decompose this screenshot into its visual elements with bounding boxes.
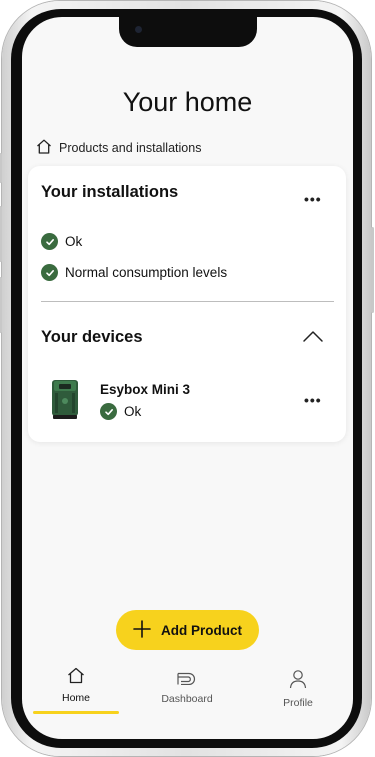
add-product-button[interactable]: Add Product <box>116 610 259 650</box>
device-status-label: Ok <box>124 404 142 419</box>
volume-down-button <box>0 277 2 333</box>
tab-label: Profile <box>283 697 313 709</box>
section-divider <box>41 301 334 302</box>
devices-heading: Your devices <box>41 328 143 346</box>
add-product-label: Add Product <box>161 622 242 638</box>
mute-switch <box>0 153 2 183</box>
notch <box>119 17 257 47</box>
tab-label: Dashboard <box>161 693 213 705</box>
plus-icon <box>133 619 151 641</box>
user-icon <box>289 669 307 692</box>
breadcrumb[interactable]: Products and installations <box>36 139 201 157</box>
power-button <box>371 227 374 313</box>
page-title: Your home <box>122 87 253 117</box>
breadcrumb-label: Products and installations <box>59 141 202 155</box>
home-icon <box>67 667 85 687</box>
status-label: Normal consumption levels <box>65 265 228 280</box>
chevron-up-icon[interactable] <box>302 329 324 348</box>
check-circle-icon <box>100 403 117 420</box>
volume-up-button <box>0 206 2 262</box>
installation-status-ok: Ok <box>41 233 82 250</box>
installations-heading: Your installations <box>41 183 179 201</box>
installations-menu-icon[interactable]: ••• <box>304 192 322 206</box>
esybox-product-image[interactable] <box>50 379 80 421</box>
app-screen: Your home Products and installations You… <box>22 17 353 739</box>
check-circle-icon <box>41 233 58 250</box>
tab-dashboard[interactable]: Dashboard <box>142 671 232 705</box>
device-name[interactable]: Esybox Mini 3 <box>100 382 190 397</box>
device-menu-icon[interactable]: ••• <box>304 393 322 407</box>
front-camera <box>135 26 142 33</box>
dashboard-icon <box>177 671 197 688</box>
status-label: Ok <box>65 234 83 249</box>
installation-status-consumption: Normal consumption levels <box>41 264 227 281</box>
tab-home[interactable]: Home <box>31 667 121 704</box>
check-circle-icon <box>41 264 58 281</box>
tab-profile[interactable]: Profile <box>253 669 343 709</box>
installations-card: Your installations ••• Ok Normal consump… <box>28 166 346 442</box>
device-status: Ok <box>100 403 141 420</box>
home-icon <box>36 139 52 157</box>
active-tab-indicator <box>33 711 119 714</box>
bottom-tab-bar: Home Dashboard Profile <box>22 659 353 719</box>
tab-label: Home <box>61 692 90 704</box>
